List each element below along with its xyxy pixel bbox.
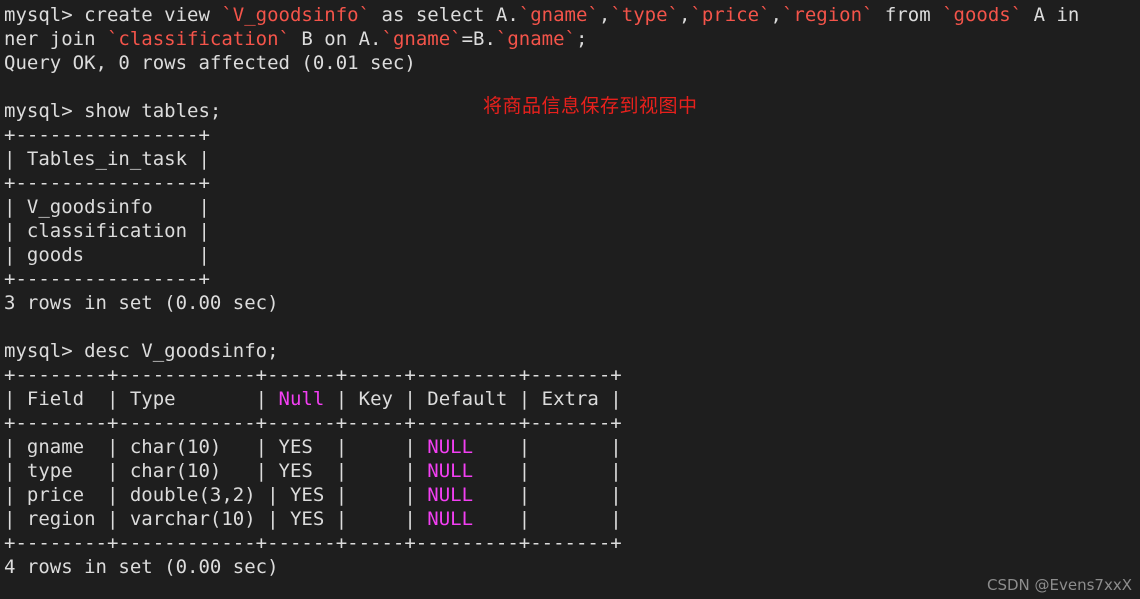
text-segment: | | bbox=[473, 460, 622, 482]
desc-border-top: +--------+------------+------+-----+----… bbox=[4, 363, 1140, 387]
terminal-output[interactable]: mysql> create view `V_goodsinfo` as sele… bbox=[4, 3, 1140, 579]
desc-row-price: | price | double(3,2) | YES | | NULL | | bbox=[4, 483, 1140, 507]
command-desc-view: mysql> desc V_goodsinfo; bbox=[4, 339, 1140, 363]
command-create-view: mysql> create view `V_goodsinfo` as sele… bbox=[4, 3, 1140, 27]
text-segment: `type` bbox=[610, 4, 679, 26]
text-segment: | region | varchar(10) | YES | | bbox=[4, 508, 428, 530]
desc-border-bottom: +--------+------------+------+-----+----… bbox=[4, 531, 1140, 555]
text-segment: | Key | Default | Extra | bbox=[324, 388, 622, 410]
text-segment: `classification` bbox=[106, 28, 290, 50]
command-create-view-wrap: ner join `classification` B on A.`gname`… bbox=[4, 27, 1140, 51]
tables-border-top: +----------------+ bbox=[4, 123, 1140, 147]
text-segment: 3 rows in set (0.00 sec) bbox=[4, 292, 279, 314]
result-query-ok: Query OK, 0 rows affected (0.01 sec) bbox=[4, 51, 1140, 75]
text-segment: | goods | bbox=[4, 244, 210, 266]
text-segment: mysql> desc V_goodsinfo; bbox=[4, 340, 279, 362]
tables-border-mid: +----------------+ bbox=[4, 171, 1140, 195]
text-segment: ; bbox=[575, 28, 588, 50]
text-segment: +--------+------------+------+-----+----… bbox=[4, 532, 622, 554]
text-segment: Query OK, 0 rows affected (0.01 sec) bbox=[4, 52, 416, 74]
result-tables-rowcount: 3 rows in set (0.00 sec) bbox=[4, 291, 1140, 315]
text-segment: `region` bbox=[781, 4, 874, 26]
text-segment: , bbox=[598, 4, 611, 26]
tables-row-classification: | classification | bbox=[4, 219, 1140, 243]
desc-header-row: | Field | Type | Null | Key | Default | … bbox=[4, 387, 1140, 411]
text-segment: +----------------+ bbox=[4, 124, 210, 146]
text-segment: | gname | char(10) | YES | | bbox=[4, 436, 428, 458]
text-segment: `gname` bbox=[518, 4, 599, 26]
text-segment: mysql> create view bbox=[4, 4, 222, 26]
text-segment: +----------------+ bbox=[4, 172, 210, 194]
text-segment: A in bbox=[1022, 4, 1080, 26]
annotation-label: 将商品信息保存到视图中 bbox=[483, 95, 698, 117]
text-segment: `goods` bbox=[942, 4, 1023, 26]
text-segment: | price | double(3,2) | YES | | bbox=[4, 484, 428, 506]
text-segment: | V_goodsinfo | bbox=[4, 196, 210, 218]
result-desc-rowcount: 4 rows in set (0.00 sec) bbox=[4, 555, 1140, 579]
text-segment: as select A. bbox=[370, 4, 519, 26]
desc-row-type: | type | char(10) | YES | | NULL | | bbox=[4, 459, 1140, 483]
text-segment: +--------+------------+------+-----+----… bbox=[4, 412, 622, 434]
text-segment: `gname` bbox=[381, 28, 462, 50]
text-segment: +----------------+ bbox=[4, 268, 210, 290]
text-segment: +--------+------------+------+-----+----… bbox=[4, 364, 622, 386]
text-segment: | Field | Type | bbox=[4, 388, 279, 410]
terminal-window[interactable]: mysql> create view `V_goodsinfo` as sele… bbox=[0, 0, 1140, 599]
text-segment: B on A. bbox=[289, 28, 382, 50]
tables-header-row: | Tables_in_task | bbox=[4, 147, 1140, 171]
text-segment: NULL bbox=[427, 484, 474, 506]
text-segment: | type | char(10) | YES | | bbox=[4, 460, 428, 482]
text-segment: `V_goodsinfo` bbox=[221, 4, 371, 26]
text-segment: NULL bbox=[427, 460, 474, 482]
text-segment: NULL bbox=[427, 436, 474, 458]
tables-row-goods: | goods | bbox=[4, 243, 1140, 267]
text-segment: =B. bbox=[461, 28, 496, 50]
text-segment: mysql> show tables; bbox=[4, 100, 222, 122]
text-segment: Null bbox=[278, 388, 325, 410]
text-segment: `gname` bbox=[495, 28, 576, 50]
text-segment: | | bbox=[473, 436, 622, 458]
text-segment: from bbox=[873, 4, 943, 26]
desc-border-mid: +--------+------------+------+-----+----… bbox=[4, 411, 1140, 435]
text-segment: , bbox=[678, 4, 691, 26]
tables-row-v-goodsinfo: | V_goodsinfo | bbox=[4, 195, 1140, 219]
tables-border-bottom: +----------------+ bbox=[4, 267, 1140, 291]
text-segment: | | bbox=[473, 508, 622, 530]
text-segment: | | bbox=[473, 484, 622, 506]
text-segment: , bbox=[770, 4, 782, 26]
text-segment: `price` bbox=[690, 4, 771, 26]
text-segment: | classification | bbox=[4, 220, 210, 242]
text-segment: NULL bbox=[427, 508, 474, 530]
watermark-label: CSDN @Evens7xxX bbox=[986, 576, 1132, 594]
desc-row-region: | region | varchar(10) | YES | | NULL | … bbox=[4, 507, 1140, 531]
text-segment: 4 rows in set (0.00 sec) bbox=[4, 556, 279, 578]
desc-row-gname: | gname | char(10) | YES | | NULL | | bbox=[4, 435, 1140, 459]
text-segment: ner join bbox=[4, 28, 107, 50]
text-segment: | Tables_in_task | bbox=[4, 148, 210, 170]
